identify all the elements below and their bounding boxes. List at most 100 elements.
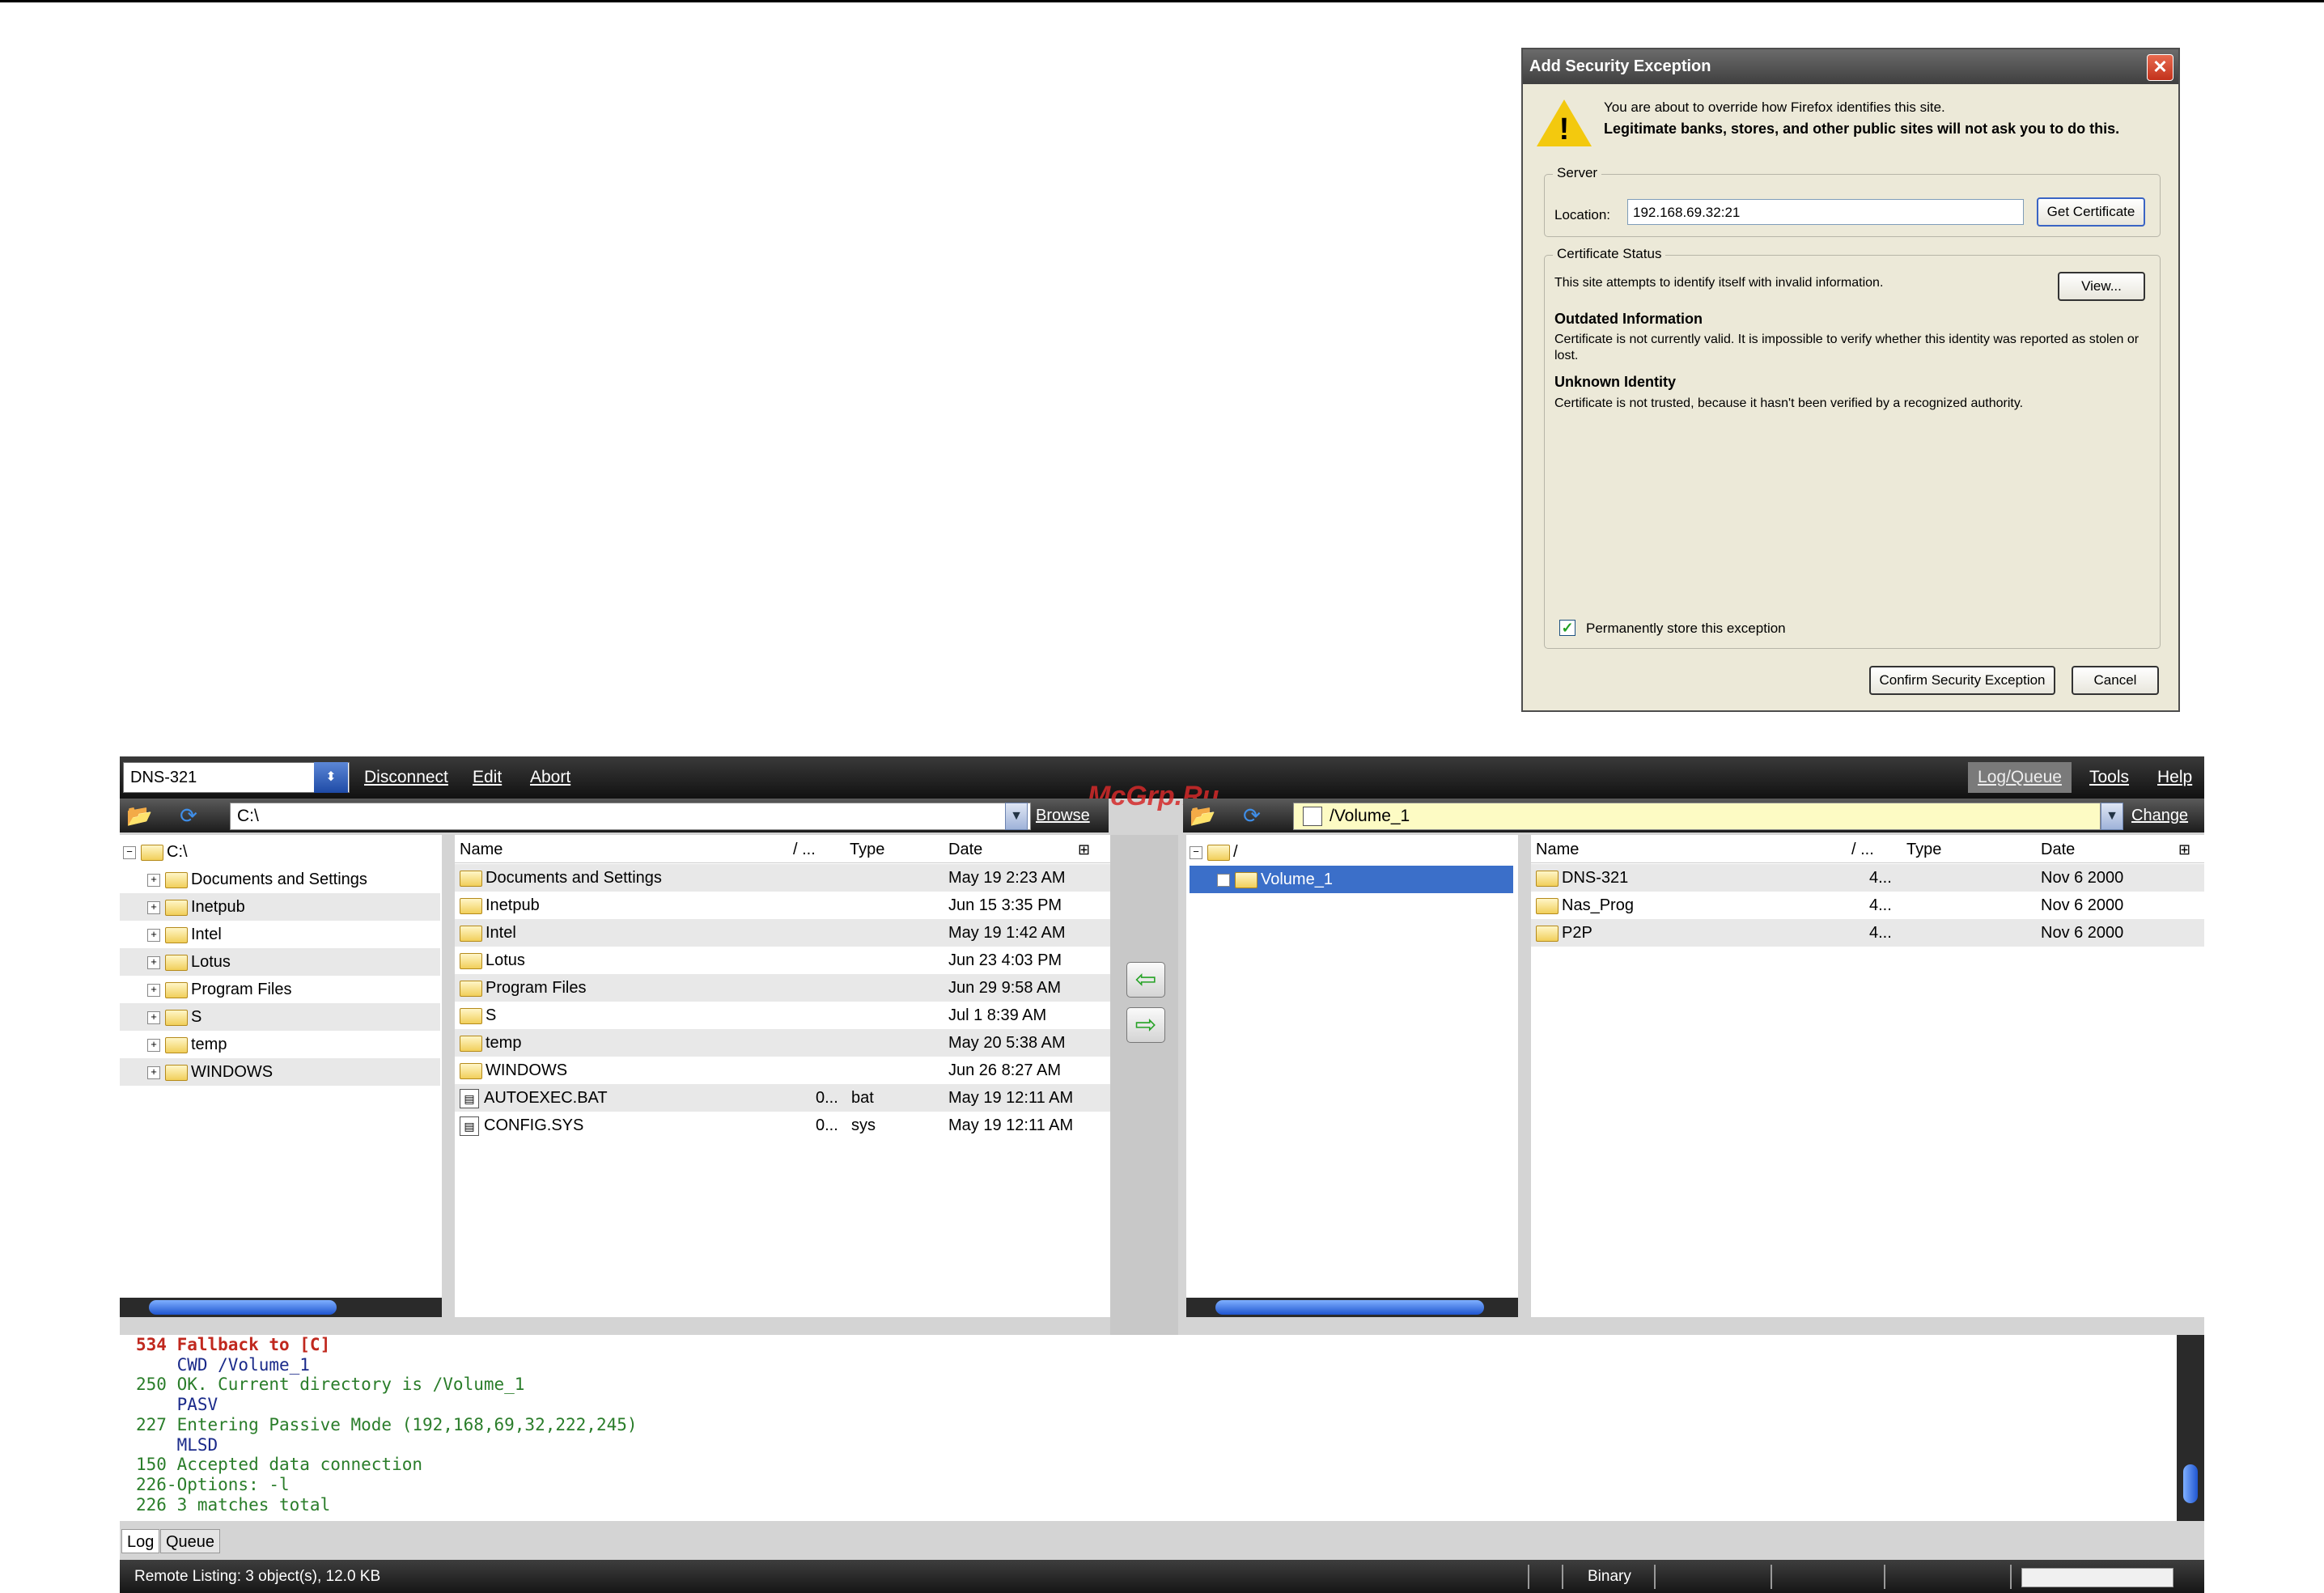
col-type[interactable]: Type <box>1906 835 1941 864</box>
location-input[interactable]: 192.168.69.32:21 <box>1627 199 2024 225</box>
certificate-status-group: Certificate Status This site attempts to… <box>1544 246 2161 649</box>
table-row[interactable]: Program Files Jun 29 9:58 AM <box>455 974 1110 1002</box>
tree-item[interactable]: + Program Files <box>120 976 440 1003</box>
upload-arrow-icon[interactable]: ⇨ <box>1126 1007 1165 1043</box>
download-arrow-icon[interactable]: ⇦ <box>1126 962 1165 998</box>
tree-item[interactable]: + Documents and Settings <box>120 866 440 893</box>
view-button[interactable]: View... <box>2058 272 2145 301</box>
permanent-checkbox-label[interactable]: Permanently store this exception <box>1586 621 1786 637</box>
table-row[interactable]: ▤ AUTOEXEC.BAT 0... bat May 19 12:11 AM <box>455 1084 1110 1112</box>
menu-edit[interactable]: Edit <box>473 768 502 787</box>
table-row[interactable]: DNS-321 4... Nov 6 2000 <box>1531 864 2204 892</box>
columns-icon[interactable]: ⊞ <box>1078 835 1090 864</box>
log-line: PASV <box>136 1395 218 1415</box>
cell-name-wrap: Documents and Settings <box>460 864 662 892</box>
menu-disconnect[interactable]: Disconnect <box>364 768 448 787</box>
collapse-icon[interactable]: − <box>1190 845 1202 859</box>
local-path-input[interactable]: C:\ <box>230 803 1031 830</box>
scroll-thumb[interactable] <box>1215 1300 1484 1315</box>
table-row[interactable]: Lotus Jun 23 4:03 PM <box>455 947 1110 974</box>
remote-refresh-icon[interactable]: ⟳ <box>1240 803 1264 828</box>
folder-icon <box>1536 870 1559 887</box>
remote-folder-up-icon[interactable]: 📂 <box>1190 803 1215 828</box>
col-size[interactable]: / ... <box>793 835 816 864</box>
menu-tools[interactable]: Tools <box>2089 768 2129 787</box>
change-button[interactable]: Change <box>2131 807 2188 825</box>
col-date[interactable]: Date <box>2041 835 2075 864</box>
cell-date: Nov 6 2000 <box>2041 924 2124 942</box>
table-row[interactable]: Documents and Settings May 19 2:23 AM <box>455 864 1110 892</box>
expand-icon[interactable]: + <box>147 928 160 942</box>
permanent-checkbox[interactable]: ✓ <box>1559 620 1575 636</box>
file-name: S <box>486 1006 497 1024</box>
folder-up-icon[interactable]: 📂 <box>126 803 152 828</box>
tree-item[interactable]: + WINDOWS <box>120 1058 440 1086</box>
local-path-dropdown-icon[interactable]: ▼ <box>1005 803 1028 830</box>
col-date[interactable]: Date <box>948 835 982 864</box>
tab-queue[interactable]: Queue <box>160 1529 221 1553</box>
file-name: temp <box>486 1034 522 1052</box>
tree-item[interactable]: + S <box>120 1003 440 1031</box>
expand-icon[interactable]: + <box>147 1066 160 1079</box>
log-console[interactable]: 534 Fallback to [C] CWD /Volume_1 250 OK.… <box>120 1335 2177 1521</box>
table-row[interactable]: WINDOWS Jun 26 8:27 AM <box>455 1057 1110 1084</box>
expand-icon[interactable]: + <box>147 900 160 914</box>
menu-abort[interactable]: Abort <box>530 768 570 787</box>
site-dropdown-icon[interactable]: ⬍ <box>314 762 348 793</box>
tree-item-label: Inetpub <box>191 898 245 916</box>
tree-item[interactable]: + temp <box>120 1031 440 1058</box>
scroll-thumb[interactable] <box>2183 1464 2198 1503</box>
scroll-thumb[interactable] <box>149 1300 337 1315</box>
col-name[interactable]: Name <box>1536 835 1579 864</box>
tree-item-volume-1[interactable]: + Volume_1 <box>1190 866 1513 893</box>
tree-item[interactable]: + Inetpub <box>120 893 440 921</box>
table-row[interactable]: Nas_Prog 4... Nov 6 2000 <box>1531 892 2204 919</box>
collapse-icon[interactable]: − <box>123 845 136 859</box>
cell-name-wrap: ▤ CONFIG.SYS <box>460 1112 583 1139</box>
local-tree-hscrollbar[interactable] <box>120 1298 442 1317</box>
file-name: CONFIG.SYS <box>484 1116 584 1134</box>
tree-item-label: temp <box>191 1036 227 1053</box>
refresh-icon[interactable]: ⟳ <box>176 803 201 828</box>
cell-name-wrap: Intel <box>460 919 516 947</box>
remote-path-input[interactable]: /Volume_1 <box>1293 803 2101 830</box>
col-size[interactable]: / ... <box>1851 835 1874 864</box>
cell-name-wrap: P2P <box>1536 919 1592 947</box>
table-row[interactable]: Intel May 19 1:42 AM <box>455 919 1110 947</box>
local-file-list: Name / ... Type Date ⊞ Documents and Set… <box>455 835 1110 1317</box>
log-vscrollbar[interactable] <box>2177 1335 2204 1521</box>
expand-icon[interactable]: + <box>147 983 160 997</box>
expand-icon[interactable]: + <box>147 1010 160 1024</box>
close-icon[interactable]: ✕ <box>2147 54 2173 81</box>
file-name: Lotus <box>486 951 525 969</box>
table-row[interactable]: ▤ CONFIG.SYS 0... sys May 19 12:11 AM <box>455 1112 1110 1139</box>
expand-icon[interactable]: + <box>147 1038 160 1052</box>
expand-icon[interactable]: + <box>147 873 160 887</box>
cell-date: Jun 29 9:58 AM <box>948 979 1061 997</box>
menu-help[interactable]: Help <box>2157 768 2192 787</box>
col-name[interactable]: Name <box>460 835 503 864</box>
table-row[interactable]: P2P 4... Nov 6 2000 <box>1531 919 2204 947</box>
tab-log[interactable]: Log <box>121 1529 160 1553</box>
browse-button[interactable]: Browse <box>1036 807 1090 825</box>
table-row[interactable]: temp May 20 5:38 AM <box>455 1029 1110 1057</box>
confirm-security-exception-button[interactable]: Confirm Security Exception <box>1869 666 2055 695</box>
cancel-button[interactable]: Cancel <box>2072 666 2159 695</box>
tree-item[interactable]: + Intel <box>120 921 440 948</box>
cell-name-wrap: WINDOWS <box>460 1057 567 1084</box>
tree-item[interactable]: + Lotus <box>120 948 440 976</box>
remote-tree-hscrollbar[interactable] <box>1186 1298 1518 1317</box>
remote-toolbar: 📂 ⟳ /Volume_1 ▼ Change <box>1183 799 2204 833</box>
menu-log-queue[interactable]: Log/Queue <box>1968 762 2072 793</box>
table-row[interactable]: S Jul 1 8:39 AM <box>455 1002 1110 1029</box>
remote-path-dropdown-icon[interactable]: ▼ <box>2101 803 2123 830</box>
expand-icon[interactable]: + <box>147 955 160 969</box>
columns-icon[interactable]: ⊞ <box>2178 835 2190 864</box>
col-type[interactable]: Type <box>850 835 884 864</box>
expand-icon[interactable]: + <box>1217 873 1230 887</box>
remote-tree-root[interactable]: − / <box>1190 838 1238 866</box>
tree-root[interactable]: − C:\ <box>123 838 188 866</box>
folder-icon <box>460 1007 482 1024</box>
get-certificate-button[interactable]: Get Certificate <box>2037 197 2145 227</box>
table-row[interactable]: Inetpub Jun 15 3:35 PM <box>455 892 1110 919</box>
